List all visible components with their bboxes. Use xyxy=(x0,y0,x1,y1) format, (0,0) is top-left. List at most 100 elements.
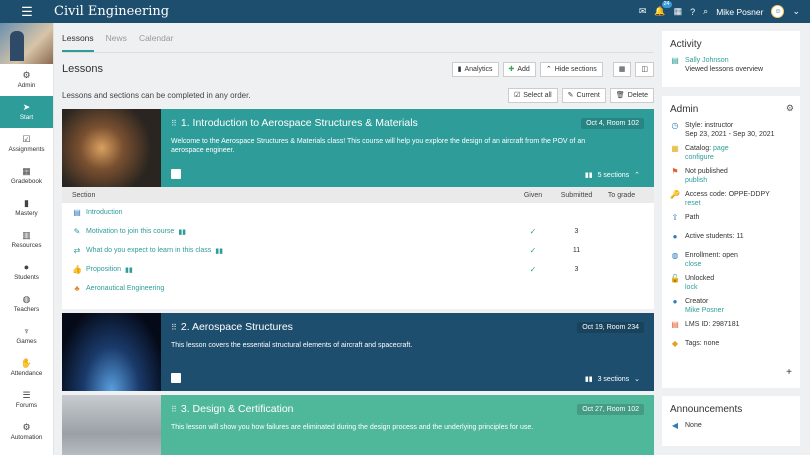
admin-row-link[interactable]: close xyxy=(685,260,738,269)
drag-handle-icon[interactable]: ⠿ xyxy=(171,323,177,332)
admin-row-link[interactable]: lock xyxy=(685,283,714,292)
lesson-checkbox[interactable] xyxy=(171,169,181,179)
activity-text: Viewed lessons overview xyxy=(685,66,764,73)
drag-handle-icon[interactable]: ⠿ xyxy=(171,119,177,128)
notifications-icon[interactable]: 🔔 24 xyxy=(654,1,672,17)
help-icon[interactable]: ? xyxy=(690,7,695,17)
check-square-icon: ☑ xyxy=(22,134,31,144)
sections-toggle[interactable]: ▮▮ 5 sections ⌃ xyxy=(585,171,640,180)
bar-chart-icon: ▮ xyxy=(24,198,29,208)
admin-row-icon: ● xyxy=(672,232,678,241)
admin-row-icon: ◍ xyxy=(671,251,679,260)
sidebar-item-assignments[interactable]: ☑ Assignments xyxy=(0,128,53,160)
catalog-configure-link[interactable]: configure xyxy=(685,153,729,162)
calendar-icon[interactable]: ▦ xyxy=(674,6,683,17)
lesson-title[interactable]: 1. Introduction to Aerospace Structures … xyxy=(181,117,418,129)
sidebar-item-attendance[interactable]: ✋ Attendance xyxy=(0,352,53,384)
admin-row-text: Not published xyxy=(685,168,728,175)
top-right-toolbar: ✉ 🔔 24 ▦ ? ⌕ Mike Posner ☺ ⌄ xyxy=(639,1,810,18)
delete-button[interactable]: 🗑 Delete xyxy=(609,87,654,103)
tab-news[interactable]: News xyxy=(106,33,127,43)
sidebar-item-automation[interactable]: ⚙ Automation xyxy=(0,416,53,448)
panel-view-button[interactable]: ◫ xyxy=(635,61,654,77)
sections-toggle[interactable]: ▮▮ 3 sections ⌄ xyxy=(585,375,640,384)
sidebar-item-mastery[interactable]: ▮ Mastery xyxy=(0,192,53,224)
admin-row-icon: ▦ xyxy=(671,144,679,153)
section-link[interactable]: What do you expect to learn in this clas… xyxy=(86,247,211,254)
col-section: Section xyxy=(72,191,96,199)
lesson-description: This lesson will show you how failures a… xyxy=(171,424,534,431)
admin-row-link[interactable]: publish xyxy=(685,176,728,185)
sidebar-item-label: Start xyxy=(19,114,34,121)
admin-row: ▦ Catalog: page configure xyxy=(670,144,792,162)
book-icon: ▦ xyxy=(22,166,31,176)
grid-view-button[interactable]: ▦ xyxy=(612,61,632,77)
admin-row-icon: ● xyxy=(672,297,678,306)
admin-row-icon: ◷ xyxy=(671,121,679,130)
person-icon: ● xyxy=(23,262,30,272)
submitted-count: 3 xyxy=(574,228,579,235)
admin-row-link[interactable]: reset xyxy=(685,199,770,208)
search-icon[interactable]: ⌕ xyxy=(703,6,708,17)
section-link[interactable]: Introduction xyxy=(86,209,123,216)
add-tag-icon[interactable]: + xyxy=(786,367,792,378)
sidebar-item-admin[interactable]: ⚙ Admin xyxy=(0,64,53,96)
hide-sections-button[interactable]: ⌃ Hide sections xyxy=(539,61,603,77)
given-check: ✓ xyxy=(529,246,537,255)
tab-calendar[interactable]: Calendar xyxy=(139,33,174,43)
activity-user-link[interactable]: Sally Johnson xyxy=(685,56,763,65)
sidebar-item-gradebook[interactable]: ▦ Gradebook xyxy=(0,160,53,192)
sidebar-item-label: Resources xyxy=(11,242,42,249)
admin-row: ◷ Style: instructor Sep 23, 2021 - Sep 30,… xyxy=(670,121,792,139)
document-icon: ▤ xyxy=(73,208,81,217)
chevron-down-icon[interactable]: ⌄ xyxy=(792,6,800,17)
bar-chart-icon[interactable]: ▮▮ xyxy=(125,266,133,274)
sidebar-item-games[interactable]: ♆ Games xyxy=(0,320,53,352)
drag-handle-icon[interactable]: ⠿ xyxy=(171,405,177,414)
mail-icon[interactable]: ✉ xyxy=(639,6,647,17)
tab-lessons[interactable]: Lessons xyxy=(62,33,94,52)
lesson-image[interactable] xyxy=(62,313,161,391)
lesson-image[interactable] xyxy=(62,395,161,455)
catalog-page-link[interactable]: page xyxy=(713,145,729,152)
admin-row: ● Creator Mike Posner xyxy=(670,297,792,315)
main-content: Lessons News Calendar Lessons ▮ Analytics… xyxy=(62,23,654,455)
section-link[interactable]: Motivation to join this course xyxy=(86,228,174,235)
lesson-image[interactable] xyxy=(62,109,161,187)
admin-row: ◍ Enrollment: open close xyxy=(670,251,792,269)
table-row: ♣ Aeronautical Engineering xyxy=(62,279,654,298)
thumbs-up-icon: 👍 xyxy=(72,265,82,274)
grid-icon: ▦ xyxy=(618,66,626,73)
select-all-button[interactable]: ☑ Select all xyxy=(507,87,558,103)
sidebar-item-forums[interactable]: ☰ Forums xyxy=(0,384,53,416)
admin-panel: Admin ⚙ ◷ Style: instructor Sep 23, 2021 -… xyxy=(662,96,800,388)
analytics-button[interactable]: ▮ Analytics xyxy=(451,61,499,77)
lesson-title[interactable]: 2. Aerospace Structures xyxy=(181,321,293,333)
user-name[interactable]: Mike Posner xyxy=(716,7,763,17)
admin-row-link[interactable]: Mike Posner xyxy=(685,306,724,315)
sidebar-item-start[interactable]: ➤ Start xyxy=(0,96,53,128)
gear-icon[interactable]: ⚙ xyxy=(786,103,794,114)
pencil-icon: ✎ xyxy=(73,227,81,236)
admin-row-icon: ▤ xyxy=(671,320,679,329)
library-icon: ▥ xyxy=(22,230,31,240)
bar-chart-icon[interactable]: ▮▮ xyxy=(215,247,223,255)
table-row: 👍 Proposition ▮▮ ✓ 3 xyxy=(62,260,654,279)
admin-row-subtext: Sep 23, 2021 - Sep 30, 2021 xyxy=(685,131,775,138)
megaphone-icon: ◀ xyxy=(671,421,679,430)
sidebar-item-resources[interactable]: ▥ Resources xyxy=(0,224,53,256)
admin-row-text: Path xyxy=(685,214,700,221)
menu-icon[interactable]: ☰ xyxy=(0,4,54,20)
sidebar-item-students[interactable]: ● Students xyxy=(0,256,53,288)
lesson-checkbox[interactable] xyxy=(171,373,181,383)
sidebar-item-teachers[interactable]: ◍ Teachers xyxy=(0,288,53,320)
bar-chart-icon[interactable]: ▮▮ xyxy=(178,228,186,236)
current-button[interactable]: ✎ Current xyxy=(561,87,606,103)
section-link[interactable]: Proposition xyxy=(86,266,121,273)
admin-row-text: Enrollment: open xyxy=(685,252,738,259)
avatar[interactable]: ☺ xyxy=(771,5,785,18)
lesson-title[interactable]: 3. Design & Certification xyxy=(181,403,294,415)
section-link[interactable]: Aeronautical Engineering xyxy=(86,285,164,292)
add-button[interactable]: ✚ Add xyxy=(502,61,536,77)
sidebar-item-label: Mastery xyxy=(15,210,38,217)
